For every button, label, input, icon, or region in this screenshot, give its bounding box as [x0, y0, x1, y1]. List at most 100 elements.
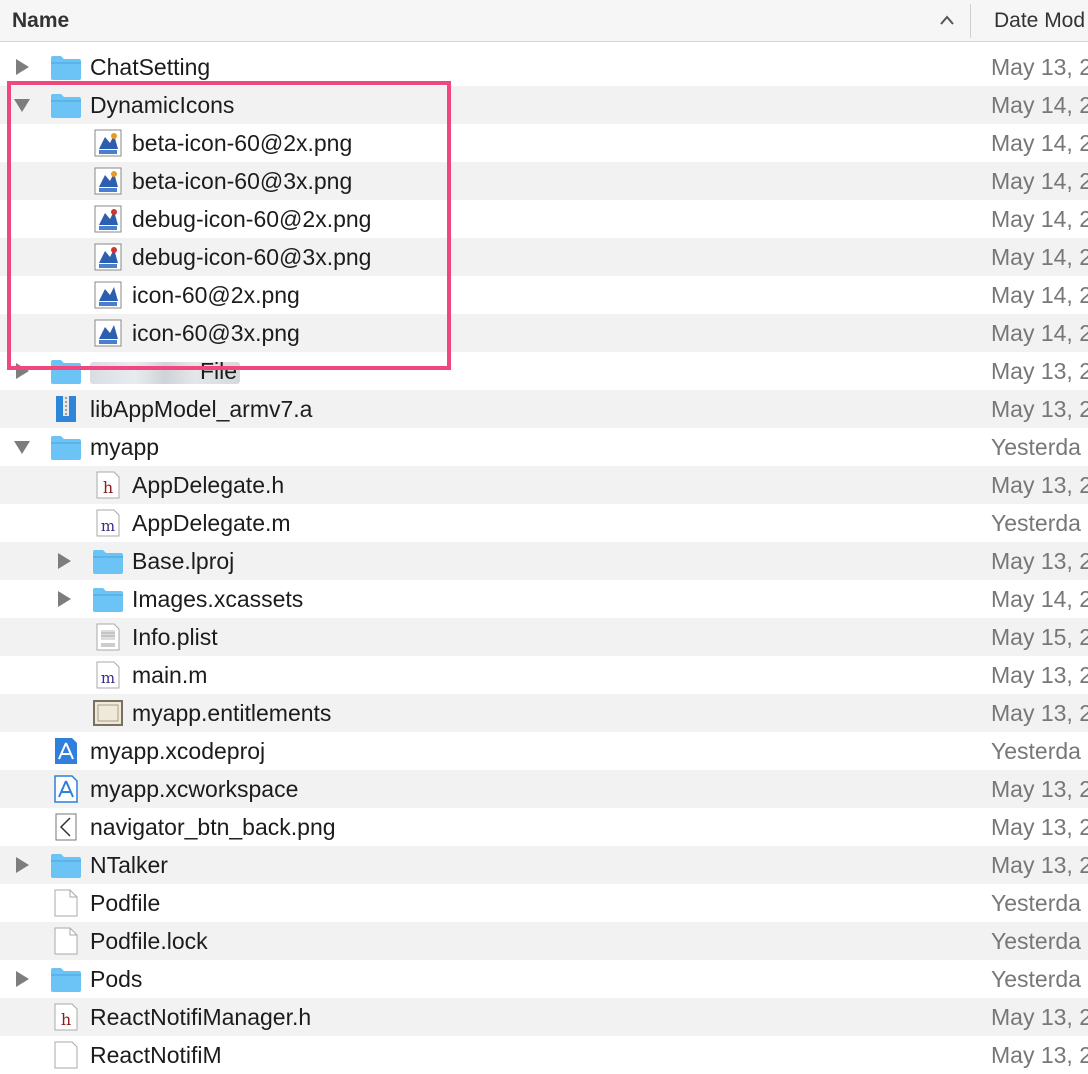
disclosure-collapsed-icon[interactable]: [12, 361, 32, 381]
list-item[interactable]: Podfile Yesterda: [0, 884, 1088, 922]
file-name: Podfile: [90, 890, 161, 916]
date-modified: May 13, 2: [991, 54, 1088, 80]
list-item[interactable]: myapp.xcworkspace May 13, 2: [0, 770, 1088, 808]
svg-text:h: h: [61, 1010, 71, 1029]
date-modified: Yesterda: [991, 890, 1081, 916]
file-name: libAppModel_armv7.a: [90, 396, 313, 422]
list-item[interactable]: beta-icon-60@3x.png May 14, 2: [0, 162, 1088, 200]
file-name: beta-icon-60@3x.png: [132, 168, 353, 194]
date-modified-column-header[interactable]: Date Mod: [994, 9, 1085, 33]
disclosure-collapsed-icon[interactable]: [12, 57, 32, 77]
png-image-icon: [94, 167, 122, 195]
date-modified: May 13, 2: [991, 662, 1088, 688]
list-item[interactable]: Base.lproj May 13, 2: [0, 542, 1088, 580]
file-name: Base.lproj: [132, 548, 235, 574]
disclosure-collapsed-icon[interactable]: [12, 855, 32, 875]
date-modified: May 14, 2: [991, 92, 1088, 118]
file-name: icon-60@3x.png: [132, 320, 300, 346]
folder-icon: [51, 94, 81, 118]
list-item[interactable]: Podfile.lock Yesterda: [0, 922, 1088, 960]
date-modified: May 14, 2: [991, 244, 1088, 270]
entitlements-icon: [93, 700, 123, 726]
list-item[interactable]: icon-60@3x.png May 14, 2: [0, 314, 1088, 352]
file-name: navigator_btn_back.png: [90, 814, 336, 840]
file-name: File: [200, 358, 238, 384]
file-name: myapp: [90, 434, 160, 460]
list-item[interactable]: Images.xcassets May 14, 2: [0, 580, 1088, 618]
list-item[interactable]: myapp.entitlements May 13, 2: [0, 694, 1088, 732]
folder-icon: [51, 968, 81, 992]
disclosure-collapsed-icon[interactable]: [54, 551, 74, 571]
date-modified: May 13, 2: [991, 358, 1088, 384]
header-file-icon: h: [54, 1003, 78, 1031]
list-item[interactable]: File May 13, 2: [0, 352, 1088, 390]
folder-icon: [51, 56, 81, 80]
list-item[interactable]: h ReactNotifiManager.h May 13, 2: [0, 998, 1088, 1036]
list-item[interactable]: Info.plist May 15, 2: [0, 618, 1088, 656]
date-modified: May 14, 2: [991, 206, 1088, 232]
list-item[interactable]: libAppModel_armv7.a May 13, 2: [0, 390, 1088, 428]
file-name: ReactNotifiM: [90, 1042, 222, 1068]
file-name: AppDelegate.m: [132, 510, 291, 536]
file-name: Info.plist: [132, 624, 218, 650]
disclosure-expanded-icon[interactable]: [12, 95, 32, 115]
folder-icon: [51, 360, 81, 384]
date-modified: May 14, 2: [991, 168, 1088, 194]
list-item[interactable]: NTalker May 13, 2: [0, 846, 1088, 884]
file-name: myapp.entitlements: [132, 700, 332, 726]
xcodeproj-icon: [55, 738, 77, 764]
list-item[interactable]: myapp Yesterda: [0, 428, 1088, 466]
file-list: ChatSetting May 13, 2 DynamicIcons May 1…: [0, 48, 1088, 1074]
png-image-icon: [94, 205, 122, 233]
xcworkspace-icon: [54, 775, 78, 803]
disclosure-collapsed-icon[interactable]: [54, 589, 74, 609]
folder-icon: [93, 550, 123, 574]
list-item[interactable]: debug-icon-60@3x.png May 14, 2: [0, 238, 1088, 276]
file-name: Podfile.lock: [90, 928, 208, 954]
date-modified: May 14, 2: [991, 586, 1088, 612]
file-name: Images.xcassets: [132, 586, 304, 612]
document-icon: [54, 927, 78, 955]
folder-icon: [51, 854, 81, 878]
png-image-icon: [94, 281, 122, 309]
list-item[interactable]: navigator_btn_back.png May 13, 2: [0, 808, 1088, 846]
list-item[interactable]: myapp.xcodeproj Yesterda: [0, 732, 1088, 770]
date-modified: May 13, 2: [991, 472, 1088, 498]
disclosure-collapsed-icon[interactable]: [12, 969, 32, 989]
png-image-icon: [94, 243, 122, 271]
date-modified: May 14, 2: [991, 282, 1088, 308]
list-item[interactable]: m main.m May 13, 2: [0, 656, 1088, 694]
list-item[interactable]: m AppDelegate.m Yesterda: [0, 504, 1088, 542]
list-item[interactable]: icon-60@2x.png May 14, 2: [0, 276, 1088, 314]
date-modified: May 14, 2: [991, 320, 1088, 346]
list-item[interactable]: debug-icon-60@2x.png May 14, 2: [0, 200, 1088, 238]
file-name: myapp.xcodeproj: [90, 738, 266, 764]
sort-ascending-icon[interactable]: [937, 9, 957, 31]
list-item[interactable]: h AppDelegate.h May 13, 2: [0, 466, 1088, 504]
name-column-header[interactable]: Name: [12, 9, 69, 33]
file-name: ReactNotifiManager.h: [90, 1004, 312, 1030]
file-name: debug-icon-60@2x.png: [132, 206, 372, 232]
list-item[interactable]: ChatSetting May 13, 2: [0, 48, 1088, 86]
back-chevron-image-icon: [55, 813, 77, 841]
png-image-icon: [94, 129, 122, 157]
date-modified: Yesterda: [991, 738, 1081, 764]
date-modified: Yesterda: [991, 510, 1081, 536]
column-divider[interactable]: [970, 4, 971, 38]
file-name: beta-icon-60@2x.png: [132, 130, 353, 156]
column-header-bar: Name Date Mod: [0, 0, 1088, 42]
file-name: myapp.xcworkspace: [90, 776, 299, 802]
date-modified: May 13, 2: [991, 700, 1088, 726]
disclosure-expanded-icon[interactable]: [12, 437, 32, 457]
date-modified: May 13, 2: [991, 1042, 1088, 1068]
date-modified: Yesterda: [991, 966, 1081, 992]
list-item[interactable]: DynamicIcons May 14, 2: [0, 86, 1088, 124]
list-item[interactable]: Pods Yesterda: [0, 960, 1088, 998]
list-item[interactable]: beta-icon-60@2x.png May 14, 2: [0, 124, 1088, 162]
static-library-icon: [56, 396, 76, 422]
date-modified: May 13, 2: [991, 1004, 1088, 1030]
file-name: ChatSetting: [90, 54, 211, 80]
document-icon: [54, 889, 78, 917]
list-item[interactable]: ReactNotifiM May 13, 2: [0, 1036, 1088, 1074]
date-modified: May 13, 2: [991, 776, 1088, 802]
